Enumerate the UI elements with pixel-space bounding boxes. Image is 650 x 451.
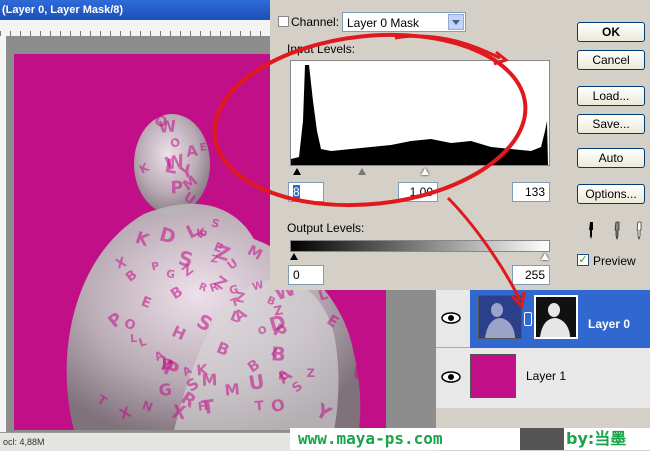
- layer-0-name: Layer 0: [588, 317, 631, 331]
- layer-1-name: Layer 1: [526, 369, 567, 383]
- sculpture-letter: E: [199, 141, 208, 154]
- auto-button[interactable]: Auto: [577, 148, 645, 168]
- sculpture-letter: P: [170, 178, 183, 198]
- output-gradient: [290, 240, 550, 252]
- black-eyedropper-icon[interactable]: [586, 220, 596, 240]
- preview-checkbox[interactable]: ✓: [577, 254, 589, 266]
- input-black-field[interactable]: 8: [288, 182, 324, 202]
- layer-row-layer-0[interactable]: Layer 0: [436, 290, 650, 348]
- watermark-strip: www.maya-ps.com by:当墨: [290, 428, 650, 450]
- preview-label: Preview: [593, 254, 636, 268]
- channel-select-value: Layer 0 Mask: [347, 16, 420, 30]
- white-eyedropper-icon[interactable]: [634, 220, 644, 240]
- layer-0-mask-thumbnail[interactable]: [534, 295, 578, 339]
- sculpture-letter: T: [254, 399, 264, 415]
- sculpture-letter: M: [201, 370, 217, 390]
- sculpture-letter: G: [157, 380, 173, 401]
- watermark-author: by:当墨: [566, 429, 627, 448]
- input-black-slider[interactable]: [293, 168, 301, 175]
- histogram: [290, 60, 550, 166]
- sculpture-letter: M: [224, 380, 241, 399]
- layer-1-thumbnail[interactable]: [470, 354, 516, 398]
- layer-0-thumbnail[interactable]: [478, 295, 522, 339]
- watermark-divider: [520, 428, 564, 450]
- output-black-field[interactable]: 0: [288, 265, 324, 285]
- output-white-slider[interactable]: [541, 253, 549, 260]
- ok-button[interactable]: OK: [577, 22, 645, 42]
- input-black-value: 8: [293, 185, 300, 199]
- input-levels-label: Input Levels:: [287, 42, 356, 56]
- sculpture-letter: U: [352, 364, 368, 385]
- output-black-slider[interactable]: [290, 253, 298, 260]
- load-button[interactable]: Load...: [577, 86, 645, 106]
- gray-eyedropper-icon[interactable]: [612, 220, 622, 240]
- input-gamma-slider[interactable]: [358, 168, 366, 175]
- channel-label: Channel:: [291, 15, 340, 29]
- input-white-field[interactable]: 133: [512, 182, 550, 202]
- output-levels-label: Output Levels:: [287, 221, 365, 235]
- input-slider-track[interactable]: [290, 166, 550, 178]
- eye-icon[interactable]: [440, 310, 462, 326]
- input-gamma-field[interactable]: 1,00: [398, 182, 438, 202]
- chain-link-icon[interactable]: [524, 312, 532, 326]
- channel-select[interactable]: Layer 0 Mask: [342, 12, 466, 32]
- output-slider-track[interactable]: [290, 252, 550, 262]
- histogram-graph: [291, 65, 548, 165]
- input-white-slider[interactable]: [421, 168, 429, 175]
- cancel-button[interactable]: Cancel: [577, 50, 645, 70]
- watermark-url: www.maya-ps.com: [298, 429, 443, 448]
- chevron-down-icon[interactable]: [448, 14, 464, 30]
- save-button[interactable]: Save...: [577, 114, 645, 134]
- output-white-field[interactable]: 255: [512, 265, 550, 285]
- layers-panel: Layer 0 Layer 1: [436, 290, 650, 408]
- eye-icon[interactable]: [440, 369, 462, 385]
- channel-icon: [278, 16, 289, 27]
- options-button[interactable]: Options...: [577, 184, 645, 204]
- document-size: ocl: 4,88M: [3, 437, 45, 447]
- sculpture-letter: Z: [307, 366, 315, 380]
- document-title: (Layer 0, Layer Mask/8): [2, 4, 124, 16]
- layer-row-layer-1[interactable]: Layer 1: [436, 349, 650, 407]
